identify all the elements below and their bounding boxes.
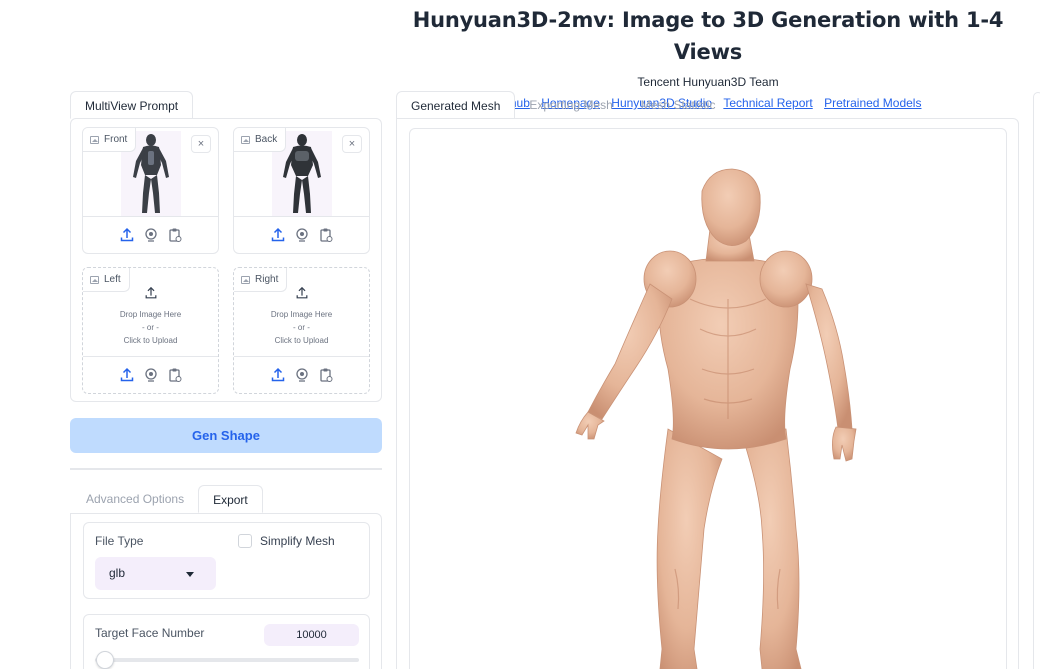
image-icon [241,135,250,144]
chevron-down-icon [186,572,194,577]
webcam-icon[interactable] [143,367,159,383]
remove-back-image-button[interactable]: × [342,135,362,153]
multiview-panel: Front × Back × Left Drop Image Here - or… [70,118,382,402]
drop-or: - or - [293,323,310,332]
front-source-tools [83,216,218,253]
divider [70,468,382,470]
webcam-icon[interactable] [294,227,310,243]
image-icon [90,275,99,284]
tab-multiview-prompt[interactable]: MultiView Prompt [70,91,194,119]
left-source-tools [83,356,218,393]
tab-exporting-mesh[interactable]: Exporting Mesh [515,91,626,119]
multiview-tabbar: MultiView Prompt [70,91,194,119]
close-icon: × [197,138,205,150]
upload-icon[interactable] [270,227,286,243]
mesh-viewer[interactable] [409,128,1007,669]
slot-label-back: Back [234,128,287,152]
tab-export[interactable]: Export [198,485,263,513]
upload-icon[interactable] [119,227,135,243]
upload-icon [295,286,309,300]
clipboard-icon[interactable] [167,227,183,243]
viewer-tabbar: Generated Mesh Exporting Mesh Mesh Stati… [396,91,729,119]
image-slot-left[interactable]: Left Drop Image Here - or - Click to Upl… [82,267,219,394]
tab-advanced-options[interactable]: Advanced Options [72,485,198,513]
target-face-slider-handle[interactable] [96,651,114,669]
link-pretrained-models[interactable]: Pretrained Models [824,96,921,110]
click-to-upload-text: Click to Upload [274,336,329,345]
target-face-slider-track[interactable] [95,658,359,662]
clipboard-icon[interactable] [318,227,334,243]
upload-icon [144,286,158,300]
drop-text: Drop Image Here [270,310,333,319]
viewer-panel [396,118,1019,669]
clipboard-icon[interactable] [167,367,183,383]
drop-or: - or - [142,323,159,332]
close-icon: × [348,138,356,150]
right-drop-zone[interactable]: Drop Image Here - or - Click to Upload [234,286,369,347]
image-slot-back[interactable]: Back × [233,127,370,254]
right-source-tools [234,356,369,393]
drop-text: Drop Image Here [119,310,182,319]
upload-icon[interactable] [270,367,286,383]
page-subtitle: Tencent Hunyuan3D Team [637,75,779,89]
export-panel: File Type glb Simplify Mesh Target Face … [70,513,382,669]
link-technical-report[interactable]: Technical Report [723,96,812,110]
slot-label-front: Front [83,128,137,152]
image-slot-right[interactable]: Right Drop Image Here - or - Click to Up… [233,267,370,394]
file-type-group: File Type glb Simplify Mesh [83,522,370,599]
file-type-select[interactable]: glb [95,557,216,590]
webcam-icon[interactable] [294,367,310,383]
tab-mesh-statistic[interactable]: Mesh Statistic [627,91,730,119]
side-panel-edge [1033,92,1040,669]
click-to-upload-text: Click to Upload [123,336,178,345]
image-slot-front[interactable]: Front × [82,127,219,254]
target-face-group: Target Face Number 10000 [83,614,370,669]
simplify-mesh-label: Simplify Mesh [260,534,335,548]
file-type-value: glb [109,566,126,580]
back-source-tools [234,216,369,253]
image-icon [241,275,250,284]
options-tabbar: Advanced Options Export [72,485,263,513]
page-title: Hunyuan3D-2mv: Image to 3D Generation wi… [412,8,1004,64]
generated-mesh-model [575,168,857,669]
file-type-label: File Type [95,534,144,548]
tab-generated-mesh[interactable]: Generated Mesh [396,91,516,119]
upload-icon[interactable] [119,367,135,383]
webcam-icon[interactable] [143,227,159,243]
target-face-label: Target Face Number [95,626,205,640]
clipboard-icon[interactable] [318,367,334,383]
target-face-input[interactable]: 10000 [264,624,359,646]
simplify-mesh-checkbox[interactable] [238,534,252,548]
image-icon [90,135,99,144]
remove-front-image-button[interactable]: × [191,135,211,153]
left-drop-zone[interactable]: Drop Image Here - or - Click to Upload [83,286,218,347]
gen-shape-button[interactable]: Gen Shape [70,418,382,453]
